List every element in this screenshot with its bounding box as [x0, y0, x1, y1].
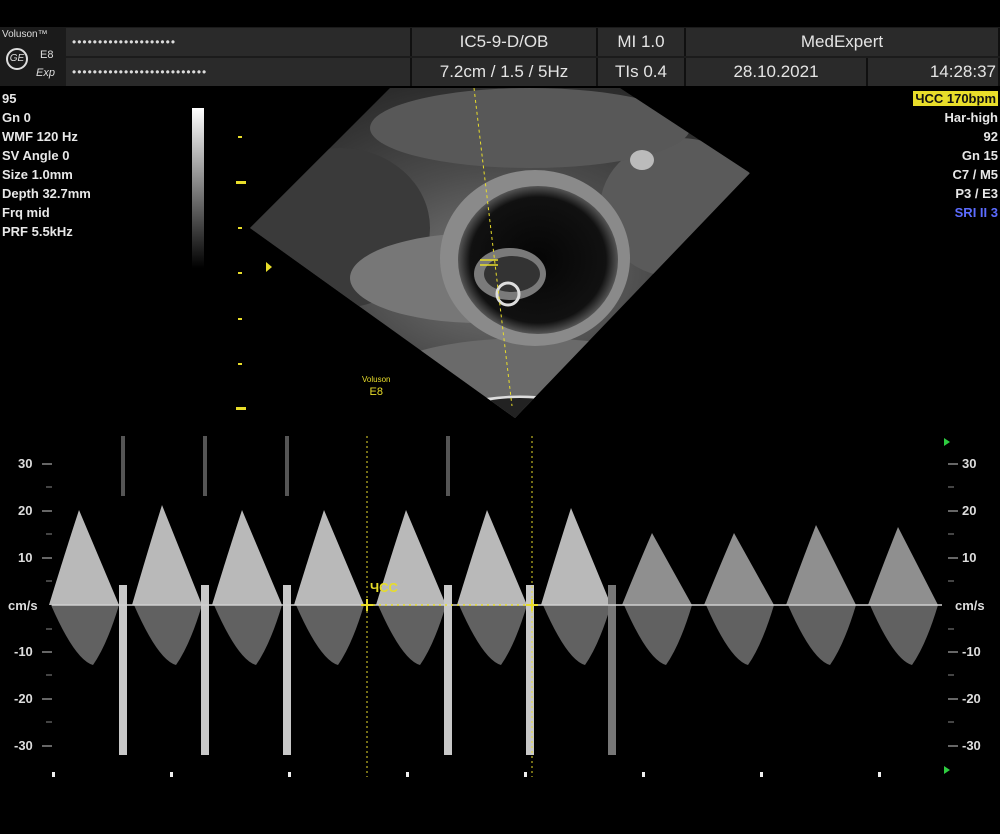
sri-label: SRI II 3 — [954, 205, 998, 220]
imaging-settings-label: 7.2cm / 1.5 / 5Hz — [412, 58, 598, 86]
wall-artifact-spike — [444, 585, 452, 755]
date-label: 28.10.2021 — [686, 58, 868, 86]
axis-tick-left: -30 — [14, 738, 33, 753]
param-line: 92 — [983, 129, 998, 144]
param-line: Gn 0 — [2, 110, 31, 125]
voluson-watermark: Voluson E8 — [362, 374, 390, 398]
watermark-line2: E8 — [369, 386, 383, 398]
axis-tick-right: 10 — [962, 550, 977, 565]
doppler-spectrum — [42, 432, 958, 777]
bmode-sector-image — [250, 88, 750, 418]
axis-unit-left: cm/s — [8, 598, 38, 613]
param-line: P3 / E3 — [955, 186, 998, 201]
cursor-top-marker-icon — [944, 438, 950, 446]
axis-tick-left: -10 — [14, 644, 33, 659]
artifact-streak — [446, 436, 450, 496]
artifact-streak — [285, 436, 289, 496]
param-line: WMF 120 Hz — [2, 129, 78, 144]
cursor-bottom-marker-icon — [944, 766, 950, 774]
axis-tick-left: -20 — [14, 691, 33, 706]
artifact-streak — [121, 436, 125, 496]
param-line: Gn 15 — [961, 148, 998, 163]
axis-tick-right: -10 — [962, 644, 981, 659]
param-line: Frq mid — [2, 205, 50, 220]
axis-tick-left: 30 — [18, 456, 33, 471]
artifact-streak — [203, 436, 207, 496]
param-line: SV Angle 0 — [2, 148, 70, 163]
wall-artifact-spike — [201, 585, 209, 755]
axis-tick-right: -30 — [962, 738, 981, 753]
caliper-label: ЧСС — [370, 580, 398, 595]
probe-label: IC5-9-D/OB — [412, 28, 598, 56]
institution-label: MedExpert — [686, 28, 1000, 56]
right-parameter-panel: ЧСС 170bpm Har-high 92 Gn 15 C7 / M5 P3 … — [913, 89, 998, 222]
param-line: Har-high — [944, 110, 998, 125]
mi-label: MI 1.0 — [598, 28, 686, 56]
tis-label: TIs 0.4 — [598, 58, 686, 86]
param-line: PRF 5.5kHz — [2, 224, 73, 239]
param-line: Size 1.0mm — [2, 167, 73, 182]
axis-tick-right: -20 — [962, 691, 981, 706]
param-line: C7 / M5 — [952, 167, 998, 182]
left-parameter-panel: 95 Gn 0 WMF 120 Hz SV Angle 0 Size 1.0mm… — [2, 89, 91, 241]
time-label: 14:28:37 — [868, 58, 1000, 86]
axis-tick-right: 30 — [962, 456, 977, 471]
axis-tick-left: 10 — [18, 550, 33, 565]
axis-tick-left: 20 — [18, 503, 33, 518]
axis-unit-right: cm/s — [955, 598, 985, 613]
param-line: Depth 32.7mm — [2, 186, 91, 201]
watermark-line1: Voluson — [362, 375, 391, 384]
wall-artifact-spike — [119, 585, 127, 755]
param-line: 95 — [2, 91, 17, 106]
wall-artifact-spike — [283, 585, 291, 755]
heart-rate-badge: ЧСС 170bpm — [913, 91, 998, 106]
wall-artifact-spike — [608, 585, 616, 755]
axis-tick-right: 20 — [962, 503, 977, 518]
